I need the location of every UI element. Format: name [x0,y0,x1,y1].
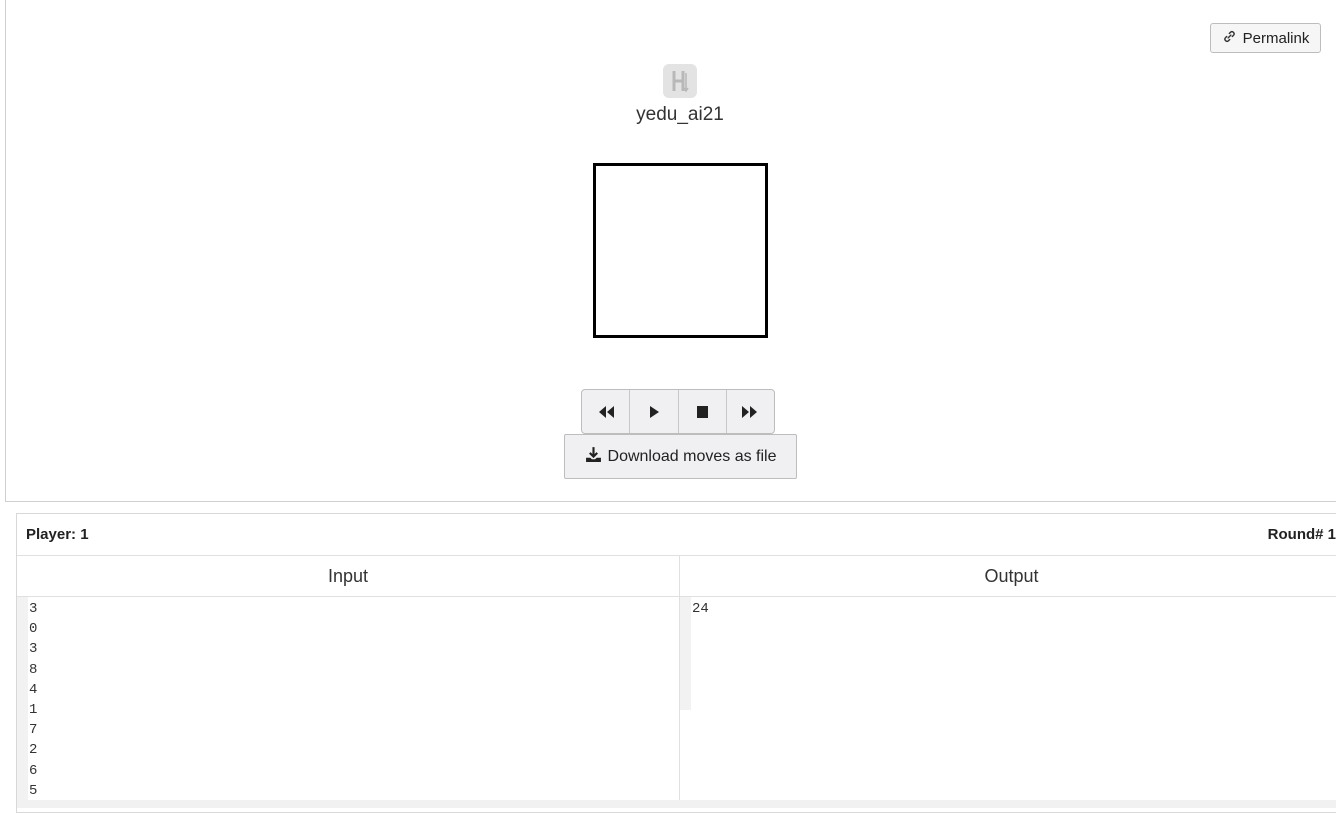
status-bar: Player: 1 Round# 1 [17,514,1336,556]
io-header: Input Output [17,556,1336,597]
output-lines: 24 [692,599,709,619]
link-icon [1222,29,1237,48]
stop-icon [697,405,709,418]
io-panel: Player: 1 Round# 1 Input Output 3 0 3 8 4 1 7 2… [16,513,1336,813]
input-line: 5 [29,782,38,799]
input-line: 7 [29,722,38,739]
input-line: 3 [29,641,38,658]
round-label: Round# 1 [1267,526,1336,543]
fast-forward-icon [742,405,758,418]
input-line: 6 [29,762,38,779]
download-moves-button[interactable]: Download moves as file [564,434,797,479]
permalink-label: Permalink [1242,29,1310,47]
output-header: Output [984,565,1039,586]
output-line: 24 [692,601,709,617]
input-line: 0 [29,621,38,638]
io-body: 3 0 3 8 4 1 7 2 6 5 24 [17,597,1336,807]
replay-panel: Permalink yedu_ai21 Download moves as fi… [5,0,1336,502]
output-column: 24 [680,597,1336,807]
download-icon [585,446,602,468]
output-gutter [680,597,691,710]
play-button[interactable] [630,390,679,433]
playback-controls [581,389,775,434]
player-label: Player: 1 [26,526,89,543]
play-icon [649,405,659,418]
input-gutter [17,597,28,807]
input-line: 3 [29,601,38,617]
h-arrow-icon [663,64,697,98]
input-line: 8 [29,661,38,678]
input-line: 2 [29,742,38,759]
input-lines: 3 0 3 8 4 1 7 2 6 5 [29,599,37,801]
stop-button[interactable] [679,390,727,433]
input-line: 4 [29,681,38,698]
input-header: Input [17,556,680,596]
game-board [593,163,768,338]
input-line: 1 [29,702,38,719]
fast-forward-button[interactable] [727,390,774,433]
rewind-icon [598,405,614,418]
download-label: Download moves as file [607,447,777,465]
player-name: yedu_ai21 [636,104,724,125]
rewind-button[interactable] [582,390,631,433]
input-column: 3 0 3 8 4 1 7 2 6 5 [17,597,680,807]
permalink-button[interactable]: Permalink [1210,23,1321,53]
